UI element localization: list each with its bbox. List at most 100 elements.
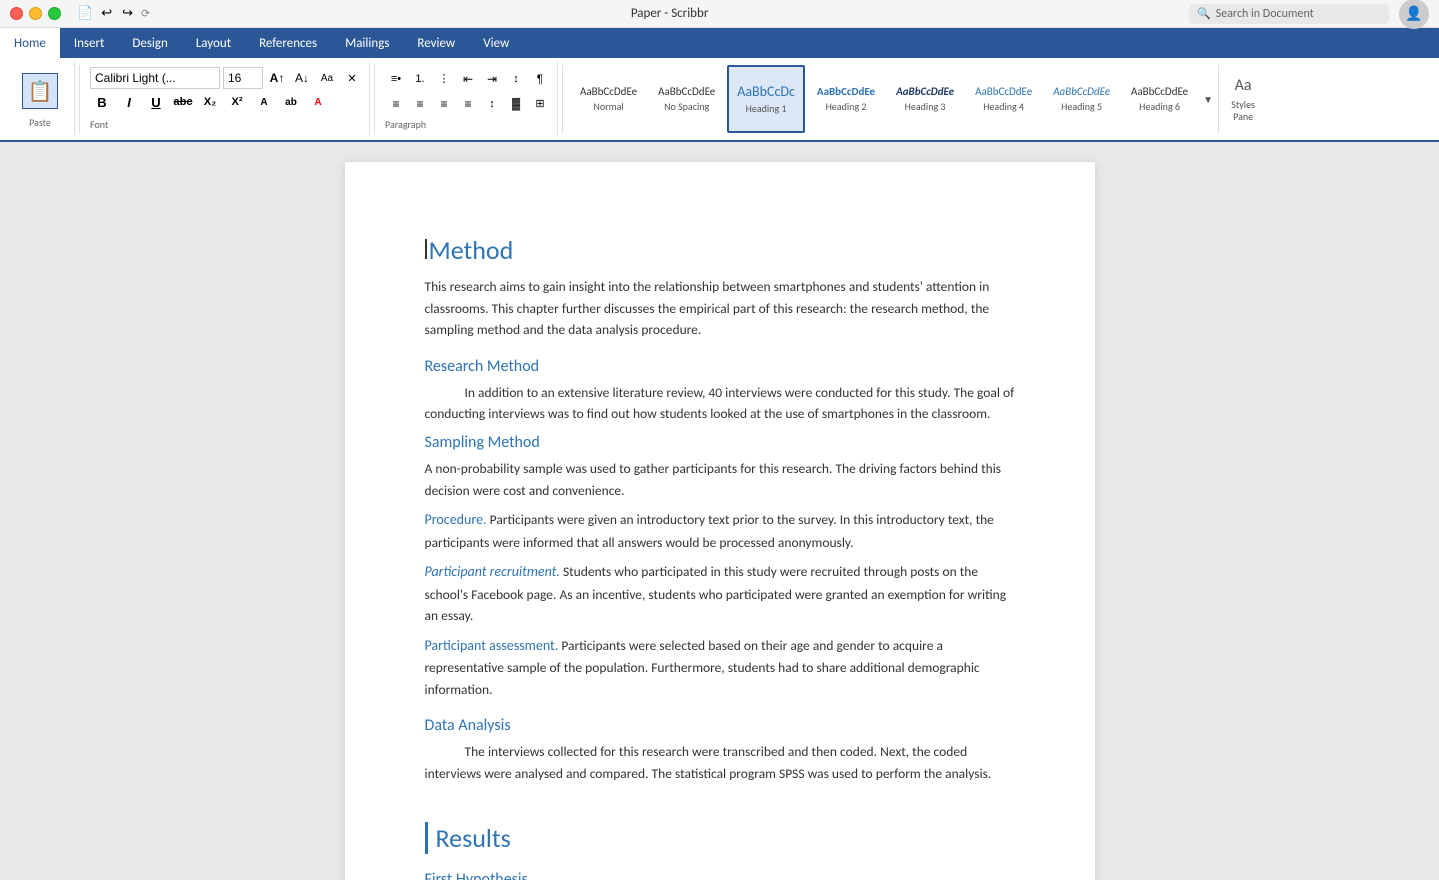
font-section-label: Font [90,118,108,131]
align-left-button[interactable]: ≡ [385,93,407,115]
font-size-input[interactable] [223,67,263,89]
bullets-button[interactable]: ≡• [385,68,407,90]
style-heading4[interactable]: AaBbCcDdEe Heading 4 [966,65,1041,133]
highlight-button[interactable]: ab [279,91,303,113]
borders-button[interactable]: ⊞ [529,93,551,115]
styles-gallery: AaBbCcDdEe Normal AaBbCcDdEe No Spacing … [571,65,1216,133]
superscript-button[interactable]: X² [225,91,249,113]
font-shrink-button[interactable]: A↓ [291,67,313,89]
research-method-heading: Research Method [425,357,1015,376]
style-heading3[interactable]: AaBbCcDdEe Heading 3 [887,65,963,133]
window-controls: 📄 ↩ ↪ ⟳ [10,6,150,21]
tab-mailings[interactable]: Mailings [331,28,403,58]
redo-button[interactable]: ↪ [122,6,133,21]
maximize-button[interactable] [48,7,61,20]
style-h1-preview: AaBbCcDc [737,83,795,100]
sampling-method-body: A non-probability sample was used to gat… [425,458,1015,501]
style-normal[interactable]: AaBbCcDdEe Normal [571,65,646,133]
search-icon: 🔍 [1197,7,1211,20]
method-heading-container: Method [425,234,1015,266]
decrease-indent-button[interactable]: ⇤ [457,68,479,90]
tab-home[interactable]: Home [0,28,60,58]
participant-assessment-paragraph: Participant assessment. Participants wer… [425,635,1015,701]
paste-label: Paste [29,116,51,129]
text-color-button[interactable]: A [306,91,330,113]
section-spacer [425,792,1015,822]
style-normal-name: Normal [593,100,623,113]
procedure-paragraph: Procedure. Participants were given an in… [425,509,1015,553]
increase-indent-button[interactable]: ⇥ [481,68,503,90]
divider-1 [79,65,80,133]
styles-pane-label: StylesPane [1231,99,1255,123]
clear-formatting-button[interactable]: ✕ [341,67,363,89]
search-placeholder: Search in Document [1216,7,1314,21]
first-hypothesis-heading: First Hypothesis [425,870,1015,880]
paragraph-section-label: Paragraph [385,118,426,131]
tab-layout[interactable]: Layout [182,28,245,58]
paste-button[interactable]: 📋 [14,69,66,113]
ribbon-tabs: Home Insert Design Layout References Mai… [0,28,1439,58]
style-heading6[interactable]: AaBbCcDdEe Heading 6 [1122,65,1197,133]
participant-recruitment-heading-inline: Participant recruitment. [425,563,560,580]
ribbon-toolbar: 📋 Paste A↑ A↓ Aa ✕ B I U abc X₂ X² A ab … [0,58,1439,142]
main-area: Method This research aims to gain insigh… [0,142,1439,880]
line-spacing-button[interactable]: ↕ [481,93,503,115]
minimize-button[interactable] [29,7,42,20]
user-avatar[interactable]: 👤 [1399,0,1429,29]
style-h3-preview: AaBbCcDdEe [896,85,954,98]
underline-button[interactable]: U [144,91,168,113]
tab-view[interactable]: View [469,28,523,58]
para-row-2: ≡ ≡ ≡ ≡ ↕ ▓ ⊞ [385,93,551,115]
participant-assessment-heading-inline: Participant assessment. [425,637,559,654]
change-case-button[interactable]: Aa [316,67,338,89]
style-normal-preview: AaBbCcDdEe [580,85,637,98]
multilevel-button[interactable]: ⋮ [433,68,455,90]
tab-design[interactable]: Design [118,28,181,58]
tab-review[interactable]: Review [403,28,469,58]
window-title: Paper - Scribbr [631,6,709,21]
align-right-button[interactable]: ≡ [433,93,455,115]
document-scroll[interactable]: Method This research aims to gain insigh… [0,142,1439,880]
search-box[interactable]: 🔍 Search in Document [1189,4,1389,24]
shading-button[interactable]: ▓ [505,93,527,115]
font-family-input[interactable] [90,67,220,89]
bold-button[interactable]: B [90,91,114,113]
style-no-spacing-name: No Spacing [664,100,709,113]
subscript-button[interactable]: X₂ [198,91,222,113]
font-row-2: B I U abc X₂ X² A ab A [90,91,330,113]
style-no-spacing[interactable]: AaBbCcDdEe No Spacing [649,65,724,133]
style-heading5[interactable]: AaBbCcDdEe Heading 5 [1044,65,1119,133]
font-grow-button[interactable]: A↑ [266,67,288,89]
style-h6-name: Heading 6 [1139,100,1180,113]
font-color-button[interactable]: A [252,91,276,113]
strikethrough-button[interactable]: abc [171,91,195,113]
align-center-button[interactable]: ≡ [409,93,431,115]
tab-insert[interactable]: Insert [60,28,119,58]
research-method-body: In addition to an extensive literature r… [425,382,1015,425]
style-h4-preview: AaBbCcDdEe [975,85,1032,98]
paste-icon: 📋 [22,73,58,109]
title-bar-right: 🔍 Search in Document 👤 [1189,0,1429,29]
para-row-1: ≡• 1. ⋮ ⇤ ⇥ ↕ ¶ [385,68,551,90]
divider-3 [562,65,563,133]
participant-recruitment-paragraph: Participant recruitment. Students who pa… [425,561,1015,627]
show-marks-button[interactable]: ¶ [529,68,551,90]
undo-button[interactable]: ↩ [101,6,112,21]
styles-pane-button[interactable]: Aa StylesPane [1221,65,1265,133]
close-button[interactable] [10,7,23,20]
paste-section: 📋 Paste [6,61,75,137]
style-heading1[interactable]: AaBbCcDc Heading 1 [727,65,805,133]
style-h5-name: Heading 5 [1061,100,1102,113]
style-heading2[interactable]: AaBbCcDdEe Heading 2 [808,65,884,133]
style-h2-preview: AaBbCcDdEe [817,85,875,98]
method-intro-paragraph: This research aims to gain insight into … [425,276,1015,341]
italic-button[interactable]: I [117,91,141,113]
styles-section: AaBbCcDdEe Normal AaBbCcDdEe No Spacing … [567,61,1269,137]
numbering-button[interactable]: 1. [409,68,431,90]
autosave-icon: ⟳ [141,7,150,20]
justify-button[interactable]: ≡ [457,93,479,115]
styles-scroll-arrow[interactable]: ▼ [1200,65,1216,133]
toolbar-icon: 📄 [77,6,93,21]
tab-references[interactable]: References [245,28,331,58]
sort-button[interactable]: ↕ [505,68,527,90]
